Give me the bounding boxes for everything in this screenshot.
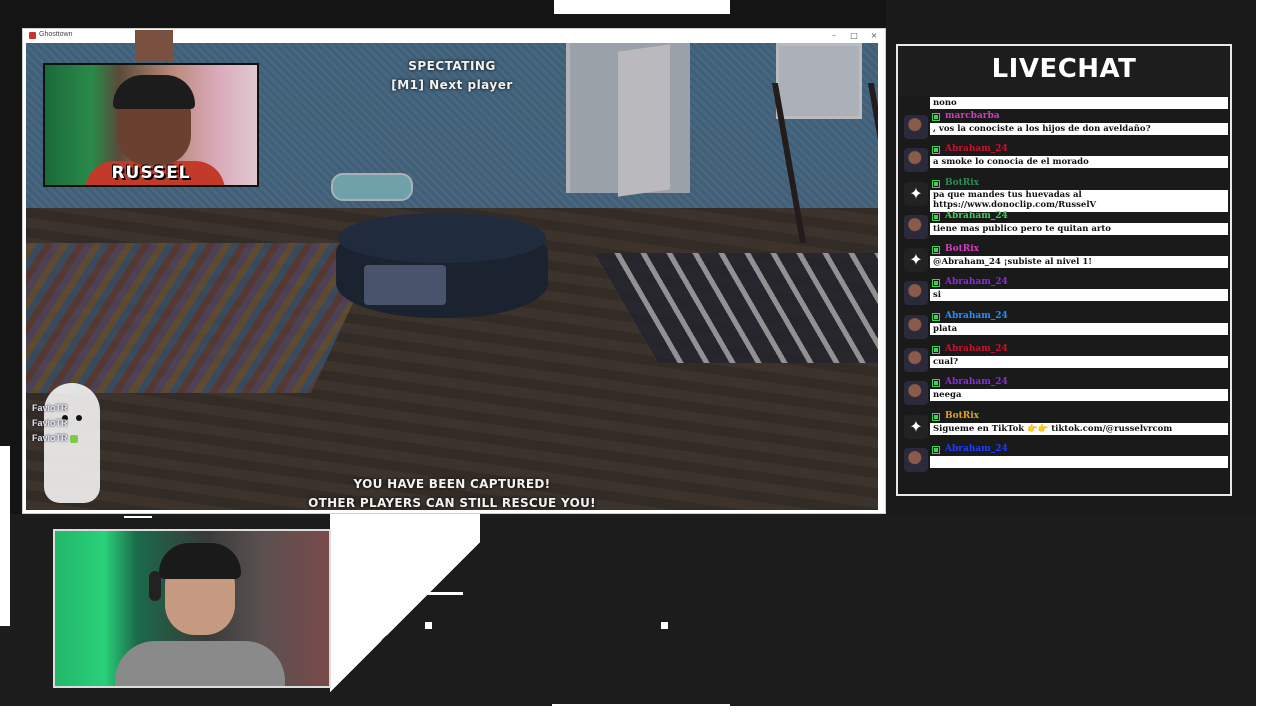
chat-text: tiene mas publico pero te quitan arto xyxy=(930,222,1228,235)
bot-avatar-icon: ✦ xyxy=(904,181,928,206)
chat-username[interactable]: Abraham_24 xyxy=(945,311,1008,321)
overlay-dot-2 xyxy=(661,622,668,629)
user-avatar xyxy=(904,214,928,239)
chat-message: Abraham_24 tiene mas publico pero te quit… xyxy=(900,210,1230,243)
webcam-name-label: RUSSEL xyxy=(111,163,191,183)
chat-message: Abraham_24 cual? xyxy=(900,343,1230,376)
chat-message: ✦ BotRix pa que mandes tus huevadas al htt… xyxy=(900,177,1230,212)
user-avatar xyxy=(904,348,928,373)
maximize-button[interactable]: □ xyxy=(845,30,863,42)
chat-text xyxy=(930,455,1228,468)
game-window-title: Ghosttown xyxy=(39,31,73,38)
overlay-white-strip-right xyxy=(1256,0,1280,720)
chat-message: Abraham_24 plata xyxy=(900,310,1230,343)
user-avatar xyxy=(904,447,928,472)
chat-username[interactable]: Abraham_24 xyxy=(945,211,1008,221)
subscriber-badge-icon xyxy=(932,445,940,454)
chat-message: ✦ BotRix Sigueme en TikTok 👉👉 tiktok.com/@… xyxy=(900,410,1230,443)
chat-username[interactable]: Abraham_24 xyxy=(945,144,1008,154)
bot-avatar-icon: ✦ xyxy=(904,248,928,273)
subscriber-badge-icon xyxy=(932,246,940,255)
livechat-panel: LIVECHAT nono marcbarba , vos la conociste… xyxy=(896,44,1232,496)
chat-text: si xyxy=(930,289,1228,302)
overlay-white-corner-left xyxy=(0,446,10,626)
chat-message: marcbarba , vos la conociste a los hijos … xyxy=(900,110,1230,143)
overlay-dash-2 xyxy=(124,516,152,518)
captured-message: YOU HAVE BEEN CAPTURED! OTHER PLAYERS CA… xyxy=(26,475,878,510)
player-status-icon xyxy=(69,434,78,443)
chat-message: nono xyxy=(900,96,1230,110)
chat-username[interactable]: Abraham_24 xyxy=(945,377,1008,387)
user-avatar xyxy=(904,148,928,173)
chat-username[interactable]: Abraham_24 xyxy=(945,444,1008,454)
user-avatar xyxy=(904,314,928,339)
chat-message: Abraham_24 xyxy=(900,443,1230,476)
user-avatar xyxy=(904,381,928,406)
chat-text: a smoke lo conocia de el morado xyxy=(930,156,1228,169)
minimize-button[interactable]: – xyxy=(825,30,843,42)
chat-text: , vos la conociste a los hijos de don av… xyxy=(930,123,1228,135)
close-button[interactable]: × xyxy=(865,30,883,42)
subscriber-badge-icon xyxy=(932,279,940,288)
player-entry: FavioTR xyxy=(32,431,78,446)
subscriber-badge-icon xyxy=(932,412,940,421)
chat-text: plata xyxy=(930,322,1228,335)
headset-icon xyxy=(149,571,161,601)
user-avatar xyxy=(904,115,928,139)
webcam-small-headset xyxy=(113,75,195,109)
overlay-white-diagonal xyxy=(330,514,480,720)
chat-username[interactable]: BotRix xyxy=(945,178,979,188)
chat-text: cual? xyxy=(930,356,1228,369)
chat-text: neega xyxy=(930,389,1228,402)
captured-line-2: OTHER PLAYERS CAN STILL RESCUE YOU! xyxy=(308,496,596,510)
webcam-main xyxy=(53,529,331,688)
subscriber-badge-icon xyxy=(932,113,940,121)
webcam-main-cap xyxy=(159,543,241,579)
subscriber-badge-icon xyxy=(932,379,940,388)
player-list: FavioTR FavioTR FavioTR xyxy=(32,401,78,446)
chat-message: Abraham_24a smoke lo conocia de el morad… xyxy=(900,143,1230,176)
chat-username[interactable]: Abraham_24 xyxy=(945,344,1008,354)
chat-message: Abraham_24si xyxy=(900,276,1230,309)
overlay-dark-line xyxy=(1108,584,1188,586)
webcam-small: RUSSEL xyxy=(43,63,259,187)
webcam-main-shirt xyxy=(115,641,285,686)
subscriber-badge-icon xyxy=(932,312,940,321)
player-entry: FavioTR xyxy=(32,403,68,413)
livechat-title: LIVECHAT xyxy=(898,46,1230,96)
chat-message: ✦ BotRix @Abraham_24 ¡subiste al nivel 1! xyxy=(900,243,1230,276)
user-avatar xyxy=(904,281,928,306)
overlay-white-bar-top xyxy=(554,0,730,14)
subscriber-badge-icon xyxy=(932,179,940,188)
subscriber-badge-icon xyxy=(932,146,940,155)
chat-username[interactable]: Abraham_24 xyxy=(945,277,1008,287)
chat-message: Abraham_24neega xyxy=(900,376,1230,409)
subscriber-badge-icon xyxy=(932,212,940,221)
chat-username[interactable]: marcbarba xyxy=(945,111,1000,121)
chat-message-list[interactable]: nono marcbarba , vos la conociste a los hi… xyxy=(900,96,1230,476)
chat-text: @Abraham_24 ¡subiste al nivel 1! xyxy=(930,256,1228,269)
bot-avatar-icon: ✦ xyxy=(904,414,928,439)
captured-line-1: YOU HAVE BEEN CAPTURED! xyxy=(353,477,551,491)
subscriber-badge-icon xyxy=(932,346,940,355)
chat-text: pa que mandes tus huevadas al https://ww… xyxy=(930,189,1228,212)
overlay-white-bar-bottom xyxy=(552,704,730,720)
chat-text: nono xyxy=(930,97,1228,109)
game-app-icon xyxy=(29,32,36,39)
player-entry: FavioTR xyxy=(32,418,68,428)
chat-username[interactable]: BotRix xyxy=(945,411,979,421)
chat-username[interactable]: BotRix xyxy=(945,244,979,254)
chat-text: Sigueme en TikTok 👉👉 tiktok.com/@russelv… xyxy=(930,422,1228,435)
webcam-peek xyxy=(135,30,173,62)
